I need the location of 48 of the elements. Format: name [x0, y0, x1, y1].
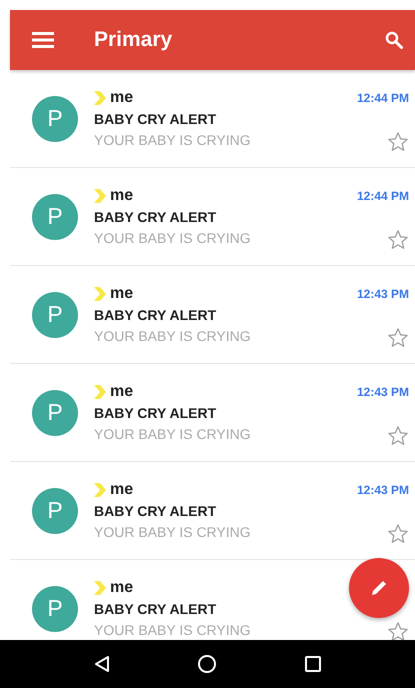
avatar: P	[32, 194, 78, 240]
back-icon[interactable]	[93, 655, 112, 673]
message-snippet: YOUR BABY IS CRYING	[94, 132, 251, 148]
message-snippet: YOUR BABY IS CRYING	[94, 230, 251, 246]
message-subject: BABY CRY ALERT	[94, 404, 216, 420]
avatar: P	[32, 390, 78, 436]
sender-name: me	[110, 186, 134, 204]
message-subject: BABY CRY ALERT	[94, 600, 216, 616]
app-bar-title: Primary	[94, 28, 174, 52]
recents-icon[interactable]	[304, 655, 322, 673]
message-snippet: YOUR BABY IS CRYING	[94, 524, 251, 540]
star-icon[interactable]	[387, 522, 409, 544]
message-time: 12:43 PM	[356, 286, 409, 300]
message-snippet: YOUR BABY IS CRYING	[94, 426, 251, 442]
star-icon[interactable]	[387, 424, 409, 446]
message-row[interactable]: P me 12:44 PM BABY CRY ALERT YOUR BABY IS CRYING	[10, 70, 415, 168]
sender-name: me	[110, 284, 134, 302]
message-snippet: YOUR BABY IS CRYING	[94, 622, 251, 638]
message-subject: BABY CRY ALERT	[94, 110, 216, 126]
sender-name: me	[110, 578, 134, 596]
avatar: P	[32, 488, 78, 534]
menu-icon[interactable]	[32, 32, 54, 48]
message-subject: BABY CRY ALERT	[94, 208, 216, 224]
star-icon[interactable]	[387, 326, 409, 348]
home-icon[interactable]	[197, 654, 218, 674]
search-icon[interactable]	[385, 31, 403, 49]
star-icon[interactable]	[387, 130, 409, 152]
avatar: P	[32, 292, 78, 338]
message-row[interactable]: P me 12:43 PM BABY CRY ALERT YOUR BABY IS CRYING	[10, 364, 415, 462]
message-time: 12:44 PM	[356, 90, 409, 104]
compose-button[interactable]	[349, 558, 409, 618]
message-row[interactable]: P me 12:44 PM BABY CRY ALERT YOUR BABY IS CRYING	[10, 168, 415, 266]
sender-name: me	[110, 382, 134, 400]
message-row[interactable]: P me 12:43 PM BABY CRY ALERT YOUR BABY IS CRYING	[10, 266, 415, 364]
message-snippet: YOUR BABY IS CRYING	[94, 328, 251, 344]
avatar: P	[32, 586, 78, 632]
sender-name: me	[110, 480, 134, 498]
star-icon[interactable]	[387, 228, 409, 250]
message-time: 12:43 PM	[356, 384, 409, 398]
pencil-icon	[369, 578, 389, 598]
message-row[interactable]: P me 12:43 PM BABY CRY ALERT YOUR BABY IS CRYING	[10, 462, 415, 560]
message-time: 12:43 PM	[356, 482, 409, 496]
message-time: 12:44 PM	[356, 188, 409, 202]
star-icon[interactable]	[387, 620, 409, 640]
sender-name: me	[110, 88, 134, 106]
avatar: P	[32, 96, 78, 142]
message-subject: BABY CRY ALERT	[94, 502, 216, 518]
message-subject: BABY CRY ALERT	[94, 306, 216, 322]
